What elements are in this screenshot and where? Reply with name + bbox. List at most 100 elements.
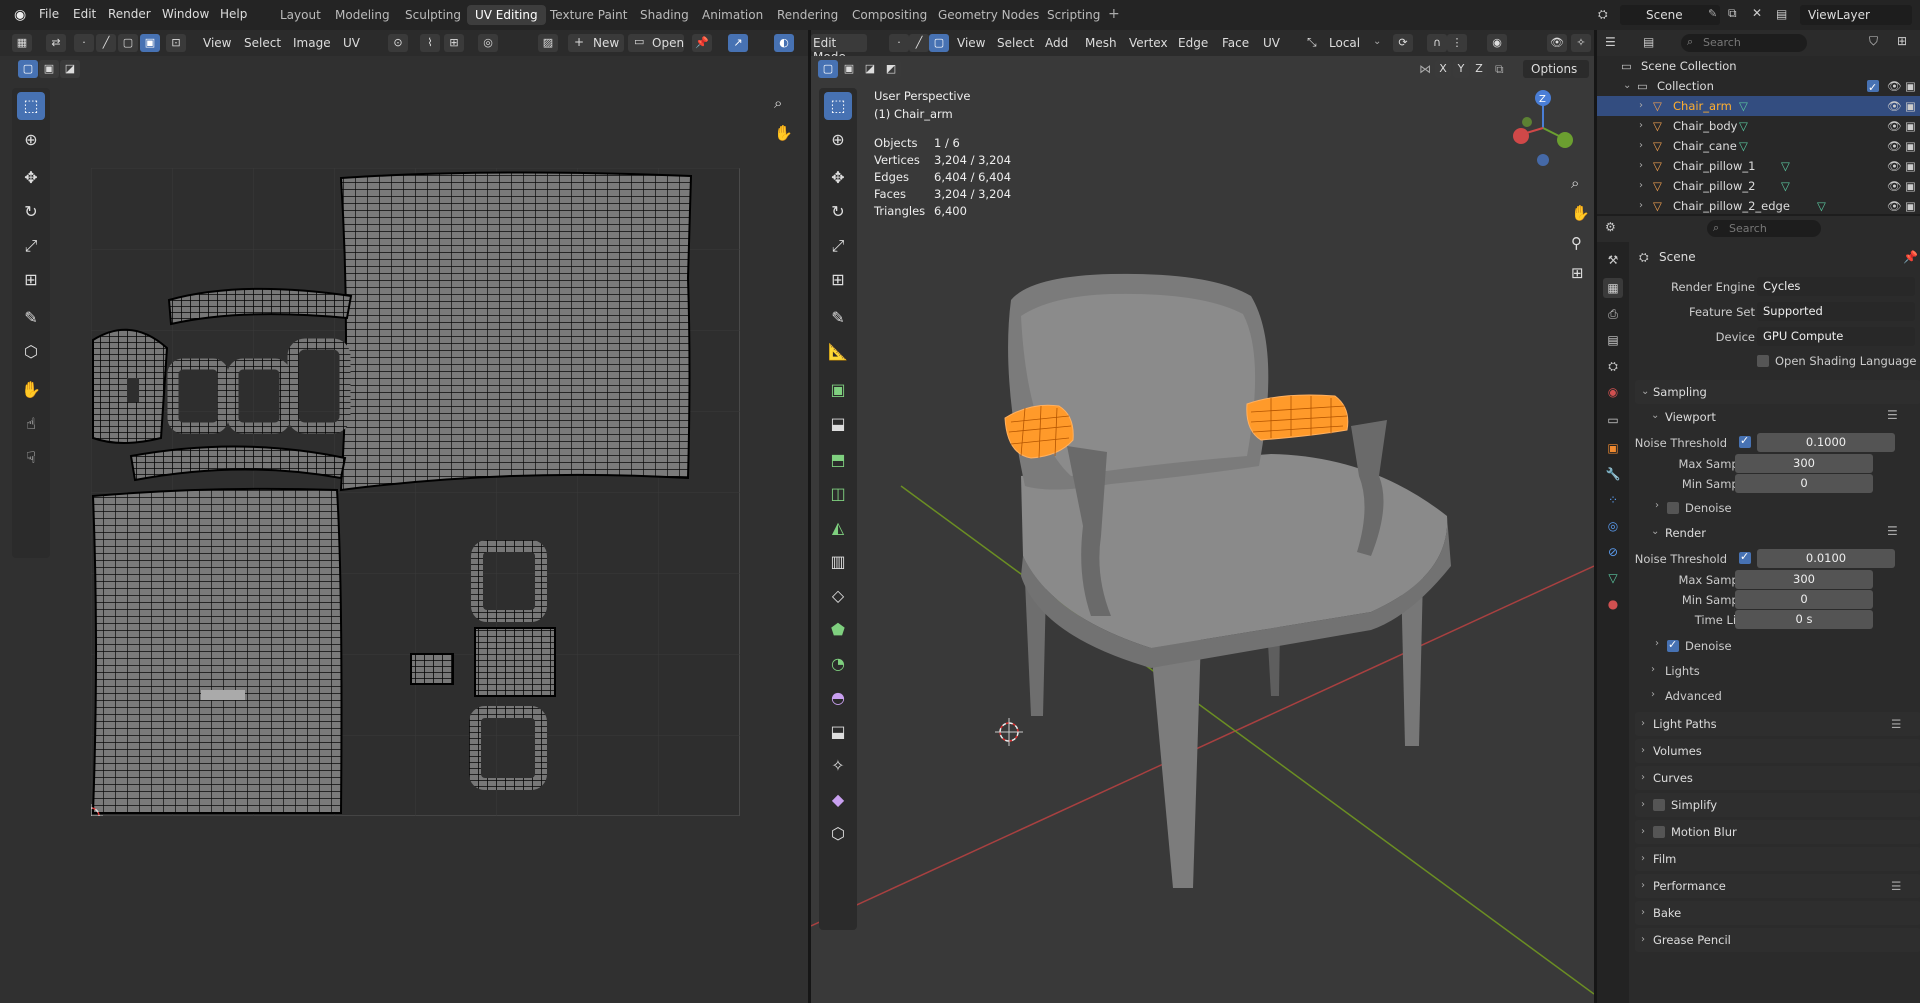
camera-icon[interactable]: ▣ xyxy=(1905,76,1916,96)
render-subpanel-header[interactable]: ⌄ Render ☰ xyxy=(1645,522,1920,544)
expand-icon[interactable]: › xyxy=(1639,156,1643,176)
vp-menu-view[interactable]: View xyxy=(957,34,985,52)
tool-tab-icon[interactable]: ⚒ xyxy=(1603,250,1623,270)
extrude-icon[interactable]: ⬒ xyxy=(824,446,852,474)
tab-texture-paint[interactable]: Texture Paint xyxy=(542,5,635,25)
curves-panel[interactable]: › Curves xyxy=(1635,766,1920,790)
tab-modeling[interactable]: Modeling xyxy=(327,5,398,25)
snap-magnet-icon[interactable]: ∩ xyxy=(1427,34,1447,52)
osl-checkbox[interactable] xyxy=(1757,355,1769,367)
collection-tab-icon[interactable]: ▭ xyxy=(1603,410,1623,430)
uv-grid[interactable] xyxy=(91,168,740,816)
outliner-scene-collection[interactable]: ▭ Scene Collection xyxy=(1597,56,1920,76)
tab-sculpting[interactable]: Sculpting xyxy=(397,5,469,25)
pin-image-icon[interactable]: 📌 xyxy=(692,34,712,52)
tab-animation[interactable]: Animation xyxy=(694,5,771,25)
vp-cursor-icon[interactable]: ⊕ xyxy=(824,126,852,154)
eye-icon[interactable]: 👁 xyxy=(1887,136,1902,156)
menu-render[interactable]: Render xyxy=(108,7,151,21)
camera-icon[interactable]: ▣ xyxy=(1905,196,1916,216)
image-browse-icon[interactable]: ▨ xyxy=(538,34,558,52)
select-box-tool-icon[interactable]: ⬚ xyxy=(17,92,45,120)
move-tool-icon[interactable]: ✥ xyxy=(17,164,45,192)
navigation-gizmo[interactable]: Z xyxy=(1513,90,1573,166)
simplify-panel[interactable]: › Simplify xyxy=(1635,793,1920,817)
vp-menu-add[interactable]: Add xyxy=(1045,34,1068,52)
render-engine-dropdown[interactable]: Cycles xyxy=(1757,277,1915,296)
vp-menu-uv[interactable]: UV xyxy=(1263,34,1280,52)
outliner-item-chair-pillow-1[interactable]: › ▽ Chair_pillow_1 ▽ 👁 ▣ xyxy=(1597,156,1920,176)
loop-cut-icon[interactable]: ▥ xyxy=(824,548,852,576)
pinch-tool-icon[interactable]: ☟ xyxy=(17,444,45,472)
tab-geometry-nodes[interactable]: Geometry Nodes xyxy=(930,5,1047,25)
vp-measure-icon[interactable]: 📐 xyxy=(824,338,852,366)
expand-icon[interactable]: › xyxy=(1639,96,1643,116)
performance-panel[interactable]: › Performance ☰ xyxy=(1635,874,1920,898)
preset-list-icon[interactable]: ☰ xyxy=(1887,524,1898,538)
vp-min-samples-field[interactable]: 0 xyxy=(1735,474,1873,493)
viewport-3d[interactable]: ▢ ▣ ◪ ◩ ⋈ X Y Z ⧉ Options Z User Perspec… xyxy=(811,56,1594,1003)
orientation-selector[interactable]: ⤡ Local ⌄ xyxy=(1305,34,1385,52)
r-time-limit-field[interactable]: 0 s xyxy=(1735,610,1873,629)
editor-type-icon[interactable]: ▦ xyxy=(12,34,32,52)
vertex-select-icon[interactable]: · xyxy=(74,34,94,52)
shrink-fatten-icon[interactable]: ✧ xyxy=(824,752,852,780)
outliner-item-chair-body[interactable]: › ▽ Chair_body ▽ 👁 ▣ xyxy=(1597,116,1920,136)
r-noise-threshold-field[interactable]: 0.0100 xyxy=(1757,549,1895,568)
poly-build-icon[interactable]: ⬟ xyxy=(824,616,852,644)
material-tab-icon[interactable]: ● xyxy=(1603,594,1623,614)
eye-icon[interactable]: 👁 xyxy=(1887,96,1902,116)
camera-icon[interactable]: ▣ xyxy=(1905,96,1916,116)
cursor-tool-icon[interactable]: ⊕ xyxy=(17,126,45,154)
grab-tool-icon[interactable]: ✋ xyxy=(17,376,45,404)
vp-transform-icon[interactable]: ⊞ xyxy=(824,266,852,294)
uv-menu-select[interactable]: Select xyxy=(244,34,281,52)
vp-move-icon[interactable]: ✥ xyxy=(824,164,852,192)
pivot-point-icon[interactable]: ⟳ xyxy=(1393,34,1413,52)
inset-icon[interactable]: ◫ xyxy=(824,480,852,508)
face-select-icon[interactable]: ▢ xyxy=(118,34,138,52)
motion-blur-panel[interactable]: › Motion Blur xyxy=(1635,820,1920,844)
vp-pan-icon[interactable]: ✋ xyxy=(1571,204,1590,222)
vp-zoom-icon[interactable]: ⌕ xyxy=(1571,174,1579,192)
expand-icon[interactable]: › xyxy=(1639,176,1643,196)
display-mode-icon[interactable]: ▤ xyxy=(1643,35,1654,49)
snap-target-icon[interactable]: ⊞ xyxy=(444,34,464,52)
view-layer-tab-icon[interactable]: ▤ xyxy=(1603,330,1623,350)
expand-icon[interactable]: › xyxy=(1639,116,1643,136)
camera-icon[interactable]: ▣ xyxy=(1905,116,1916,136)
volumes-panel[interactable]: › Volumes xyxy=(1635,739,1920,763)
sync-selection-icon[interactable]: ⇄ xyxy=(46,34,66,52)
outliner-item-chair-arm[interactable]: › ▽ Chair_arm ▽ 👁 ▣ xyxy=(1597,96,1920,116)
vp-menu-select[interactable]: Select xyxy=(997,34,1034,52)
expand-icon[interactable]: › xyxy=(1639,196,1643,216)
light-paths-panel[interactable]: › Light Paths ☰ xyxy=(1635,712,1920,736)
render-tab-icon[interactable]: ▦ xyxy=(1603,278,1623,298)
uv-menu-view[interactable]: View xyxy=(203,34,231,52)
new-scene-icon[interactable]: ⧉ xyxy=(1728,6,1737,21)
scale-tool-icon[interactable]: ⤢ xyxy=(17,232,45,260)
vp-denoise-checkbox[interactable] xyxy=(1667,502,1679,514)
vertex-mode-icon[interactable]: · xyxy=(889,34,909,52)
vp-scale-icon[interactable]: ⤢ xyxy=(824,232,852,260)
rotate-tool-icon[interactable]: ↻ xyxy=(17,198,45,226)
preset-list-icon[interactable]: ☰ xyxy=(1891,874,1901,898)
select-box-subtract-icon[interactable]: ◪ xyxy=(60,60,80,78)
collapse-icon[interactable]: ⌄ xyxy=(1623,76,1631,96)
advanced-subpanel[interactable]: › Advanced xyxy=(1645,685,1920,707)
menu-edit[interactable]: Edit xyxy=(73,7,96,21)
face-mode-icon[interactable]: ▢ xyxy=(929,34,949,52)
mesh-data-icon[interactable]: ▽ xyxy=(1781,176,1790,196)
expand-icon[interactable]: › xyxy=(1639,136,1643,156)
mesh-data-icon[interactable]: ▽ xyxy=(1739,136,1748,156)
uv-sculpt-icon[interactable]: ↗ xyxy=(728,34,748,52)
preset-list-icon[interactable]: ☰ xyxy=(1887,408,1898,422)
menu-help[interactable]: Help xyxy=(220,7,247,21)
data-tab-icon[interactable]: ▽ xyxy=(1603,568,1623,588)
r-noise-threshold-checkbox[interactable] xyxy=(1739,550,1751,564)
camera-icon[interactable]: ▣ xyxy=(1905,156,1916,176)
collection-exclude-checkbox[interactable] xyxy=(1867,78,1879,98)
bevel-icon[interactable]: ◭ xyxy=(824,514,852,542)
eye-icon[interactable]: 👁 xyxy=(1887,116,1902,136)
shear-icon[interactable]: ◆ xyxy=(824,786,852,814)
